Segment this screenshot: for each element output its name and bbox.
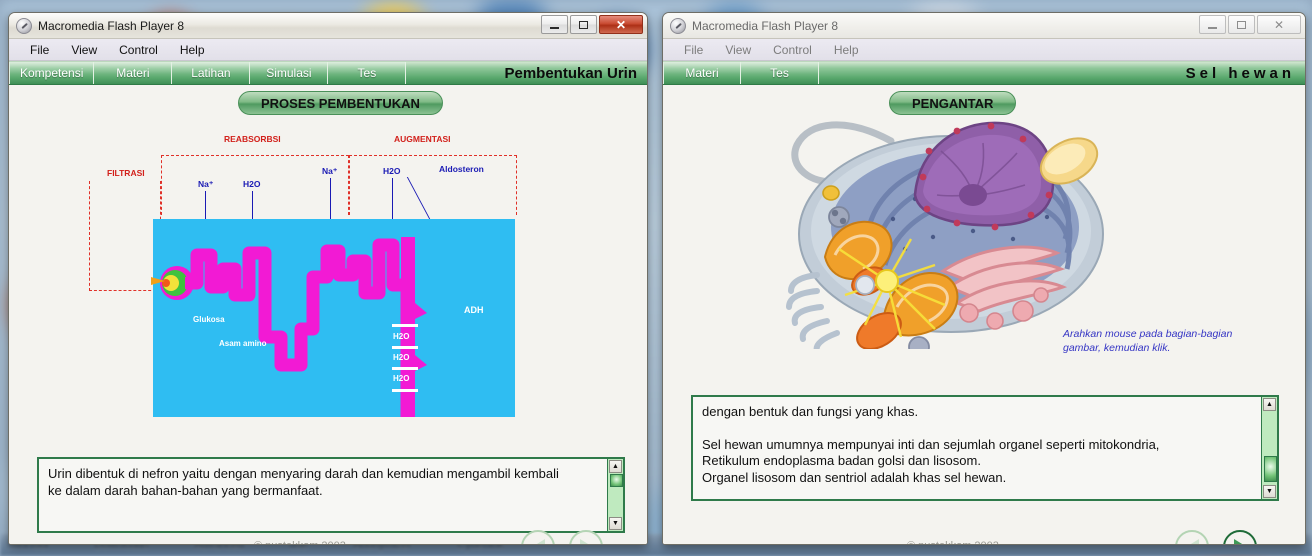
window-title: Macromedia Flash Player 8 (692, 18, 839, 33)
menu-view[interactable]: View (714, 43, 762, 57)
textbox-scrollbar[interactable]: ▲ ▼ (1261, 397, 1277, 499)
menubar[interactable]: File View Control Help (663, 39, 1305, 61)
navbar-spacer (819, 62, 1186, 84)
scrollbar-track[interactable] (609, 474, 623, 516)
next-button[interactable] (1223, 530, 1257, 544)
description-line: Urin dibentuk di nefron yaitu dengan men… (48, 466, 559, 481)
copyright-text: © pustekkom 2003 (907, 540, 999, 544)
scrollbar-thumb[interactable] (610, 474, 623, 487)
description-line: Sel hewan umumnya mempunyai inti dan sej… (702, 436, 1160, 452)
label-glukosa: Glukosa (193, 315, 225, 324)
menubar[interactable]: File View Control Help (9, 39, 647, 61)
navigation-arrows[interactable] (1175, 530, 1257, 544)
menu-file[interactable]: File (673, 43, 714, 57)
tab-latihan[interactable]: Latihan (172, 62, 251, 84)
nephron-illustration (151, 219, 515, 417)
menu-control[interactable]: Control (762, 43, 823, 57)
titlebar[interactable]: Macromedia Flash Player 8 ✕ (663, 13, 1305, 39)
prev-arrow-icon (1185, 539, 1199, 544)
window-controls[interactable]: ✕ (1199, 15, 1301, 34)
flash-icon (16, 17, 32, 34)
label-adh: ADH (464, 305, 484, 315)
titlebar[interactable]: Macromedia Flash Player 8 ✕ (9, 13, 647, 39)
scrollbar-thumb[interactable] (1264, 456, 1277, 482)
menu-view[interactable]: View (60, 43, 108, 57)
flow-tick (392, 324, 418, 327)
close-button[interactable]: ✕ (599, 15, 643, 34)
label-h2o-c: H2O (393, 374, 410, 383)
prev-arrow-icon (531, 539, 545, 544)
scroll-down-button[interactable]: ▼ (609, 517, 622, 530)
tab-materi[interactable]: Materi (94, 62, 173, 84)
window-title: Macromedia Flash Player 8 (38, 18, 185, 33)
description-textbox[interactable]: dengan bentuk dan fungsi yang khas. Sel … (691, 395, 1279, 501)
flash-stage: Materi Tes Sel hewan PENGANTAR Arahkan m… (663, 61, 1305, 544)
nephron-diagram: FILTRASI REABSORBSI AUGMENTASI Na⁺ H2O N… (9, 117, 647, 417)
navbar-spacer (406, 62, 504, 84)
description-textbox[interactable]: Urin dibentuk di nefron yaitu dengan men… (37, 457, 625, 533)
close-button[interactable]: ✕ (1257, 15, 1301, 34)
animal-cell-illustration[interactable] (773, 99, 1113, 358)
label-asam-amino: Asam amino (219, 339, 267, 348)
window-controls[interactable]: ✕ (541, 15, 643, 34)
next-arrow-icon (1233, 539, 1247, 544)
flow-tick (392, 367, 418, 370)
tab-materi[interactable]: Materi (663, 62, 741, 84)
scrollbar-track[interactable] (1263, 412, 1277, 484)
lesson-content: PENGANTAR Arahkan mouse pada bagian-bagi… (663, 85, 1305, 544)
textbox-scrollbar[interactable]: ▲ ▼ (607, 459, 623, 531)
copyright-text: © pustekkom 2003 (254, 540, 346, 544)
app-navbar: Kompetensi Materi Latihan Simulasi Tes P… (9, 61, 647, 85)
scroll-down-button[interactable]: ▼ (1263, 485, 1276, 498)
menu-help[interactable]: Help (823, 43, 870, 57)
maximize-button[interactable] (1228, 15, 1255, 34)
tab-simulasi[interactable]: Simulasi (250, 62, 329, 84)
flash-stage: Kompetensi Materi Latihan Simulasi Tes P… (9, 61, 647, 544)
proses-pembentukan-button[interactable]: PROSES PEMBENTUKAN (238, 91, 443, 115)
tab-kompetensi[interactable]: Kompetensi (9, 62, 95, 84)
next-button[interactable] (569, 530, 603, 544)
prev-button[interactable] (521, 530, 555, 544)
description-line: dengan bentuk dan fungsi yang khas. (702, 404, 919, 419)
minimize-button[interactable] (541, 15, 568, 34)
flash-player-window-urin[interactable]: Macromedia Flash Player 8 ✕ File View Co… (8, 12, 648, 545)
tab-tes[interactable]: Tes (741, 62, 819, 84)
app-navbar: Materi Tes Sel hewan (663, 61, 1305, 85)
lesson-title: Pembentukan Urin (504, 64, 637, 82)
menu-control[interactable]: Control (108, 43, 169, 57)
scroll-up-button[interactable]: ▲ (609, 460, 622, 473)
flash-player-window-sel-hewan[interactable]: Macromedia Flash Player 8 ✕ File View Co… (662, 12, 1306, 545)
label-h2o-b: H2O (393, 353, 410, 362)
menu-help[interactable]: Help (169, 43, 216, 57)
description-line: Organel lisosom dan sentriol adalah khas… (702, 469, 1007, 485)
scroll-up-button[interactable]: ▲ (1263, 398, 1276, 411)
minimize-button[interactable] (1199, 15, 1226, 34)
menu-file[interactable]: File (19, 43, 60, 57)
flow-tick (392, 346, 418, 349)
lesson-content: PROSES PEMBENTUKAN FILTRASI REABSORBSI A… (9, 85, 647, 544)
tab-tes[interactable]: Tes (328, 62, 407, 84)
interaction-hint: Arahkan mouse pada bagian-bagian gambar,… (1063, 328, 1233, 355)
description-line: ke dalam darah bahan-bahan yang bermanfa… (48, 482, 323, 498)
description-line: Retikulum endoplasma badan golsi dan lis… (702, 453, 981, 469)
next-arrow-icon (579, 539, 593, 544)
flow-tick (392, 389, 418, 392)
label-h2o-a: H2O (393, 332, 410, 341)
navigation-arrows[interactable] (521, 530, 603, 544)
prev-button[interactable] (1175, 530, 1209, 544)
maximize-button[interactable] (570, 15, 597, 34)
description-text: Urin dibentuk di nefron yaitu dengan men… (39, 459, 607, 531)
flash-icon (670, 17, 686, 34)
description-text: dengan bentuk dan fungsi yang khas. Sel … (693, 397, 1261, 499)
lesson-title: Sel hewan (1185, 64, 1295, 82)
